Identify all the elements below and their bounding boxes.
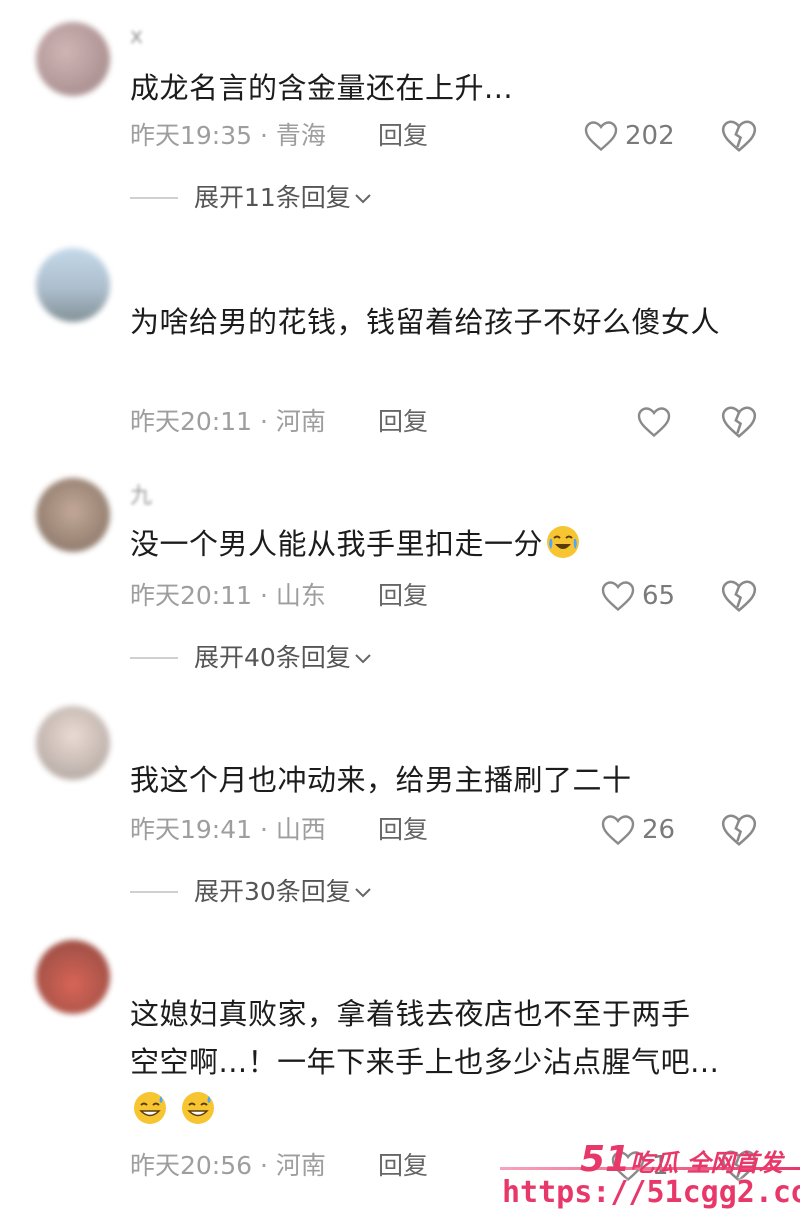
expand-replies[interactable]: 展开40条回复	[130, 640, 375, 676]
dislike-icon[interactable]	[720, 402, 758, 442]
watermark: 51吃瓜 全网首发 https://51cgg2.com	[500, 1135, 800, 1225]
sweat-smile-emoji-icon	[181, 1092, 214, 1124]
separator: ·	[252, 121, 276, 150]
comment-text: 没一个男人能从我手里扣走一分	[130, 520, 770, 568]
divider	[130, 891, 178, 893]
chevron-down-icon	[355, 654, 371, 664]
comment-text: 为啥给男的花钱，钱留着给孩子不好么傻女人	[130, 305, 721, 339]
comment-time: 昨天20:56	[130, 1151, 253, 1180]
comment-location: 河南	[275, 1151, 326, 1180]
divider	[130, 197, 178, 199]
comment-location: 山西	[275, 815, 326, 844]
avatar[interactable]	[36, 706, 110, 780]
expand-replies[interactable]: 展开11条回复	[130, 180, 375, 216]
comment-location: 河南	[275, 407, 326, 436]
separator: ·	[252, 407, 276, 436]
avatar[interactable]	[36, 478, 110, 552]
dislike-icon[interactable]	[720, 810, 758, 850]
dislike-icon[interactable]	[720, 116, 758, 156]
comment-meta: 昨天20:56 · 河南 回复	[130, 1148, 428, 1184]
comment-location: 青海	[275, 121, 326, 150]
like-button[interactable]: 65	[600, 576, 675, 616]
heart-icon	[584, 121, 618, 152]
comment-time: 昨天19:41	[130, 815, 253, 844]
separator: ·	[252, 581, 276, 610]
reply-button[interactable]: 回复	[378, 1148, 428, 1184]
comment-text: 我这个月也冲动来，给男主播刷了二十	[130, 763, 632, 797]
comment-text-line: 空空啊...！一年下来手上也多少沾点腥气吧...	[130, 1045, 720, 1079]
emoji-row	[130, 1086, 770, 1134]
watermark-brand: 51吃瓜 全网首发	[580, 1139, 782, 1180]
crying-laughing-emoji-icon	[547, 526, 580, 558]
expand-replies[interactable]: 展开30条回复	[130, 874, 375, 910]
expand-label: 展开40条回复	[194, 643, 351, 672]
username[interactable]: x	[130, 24, 143, 49]
heart-icon	[637, 407, 671, 438]
comment-text-content: 没一个男人能从我手里扣走一分	[130, 527, 544, 561]
separator: ·	[252, 815, 276, 844]
chevron-down-icon	[355, 888, 371, 898]
comment-meta: 昨天20:11 · 山东 回复	[130, 578, 428, 614]
avatar[interactable]	[36, 248, 110, 322]
watermark-brand-number: 51	[580, 1139, 631, 1180]
avatar[interactable]	[36, 940, 110, 1014]
divider	[130, 657, 178, 659]
comment-text-line: 这媳妇真败家，拿着钱去夜店也不至于两手	[130, 997, 691, 1031]
like-count: 202	[625, 121, 675, 151]
avatar[interactable]	[36, 22, 110, 96]
comment-meta: 昨天19:35 · 青海 回复	[130, 118, 428, 154]
like-button[interactable]: 26	[600, 810, 675, 850]
dislike-icon[interactable]	[720, 576, 758, 616]
chevron-down-icon	[355, 194, 371, 204]
comment-time: 昨天20:11	[130, 407, 253, 436]
comment-text: 这媳妇真败家，拿着钱去夜店也不至于两手 空空啊...！一年下来手上也多少沾点腥气…	[130, 990, 770, 1134]
watermark-url: https://51cgg2.com	[502, 1175, 800, 1210]
reply-button[interactable]: 回复	[378, 118, 428, 154]
like-button[interactable]: 202	[583, 116, 675, 156]
comment-time: 昨天19:35	[130, 121, 253, 150]
separator: ·	[252, 1151, 276, 1180]
reply-button[interactable]: 回复	[378, 404, 428, 440]
comment-meta: 昨天20:11 · 河南 回复	[130, 404, 428, 440]
comment-text: 成龙名言的含金量还在上升...	[130, 71, 514, 105]
expand-label: 展开11条回复	[194, 183, 351, 212]
watermark-brand-text: 吃瓜 全网首发	[630, 1149, 783, 1177]
comment-time: 昨天20:11	[130, 581, 253, 610]
like-count: 65	[642, 581, 676, 611]
heart-icon	[601, 581, 635, 612]
comment-location: 山东	[275, 581, 326, 610]
like-count: 26	[642, 815, 676, 845]
expand-label: 展开30条回复	[194, 877, 351, 906]
sweat-smile-emoji-icon	[134, 1092, 166, 1124]
reply-button[interactable]: 回复	[378, 578, 428, 614]
comment-meta: 昨天19:41 · 山西 回复	[130, 812, 428, 848]
reply-button[interactable]: 回复	[378, 812, 428, 848]
like-button[interactable]	[636, 402, 672, 442]
username[interactable]: 九	[130, 478, 152, 510]
heart-icon	[601, 815, 635, 846]
